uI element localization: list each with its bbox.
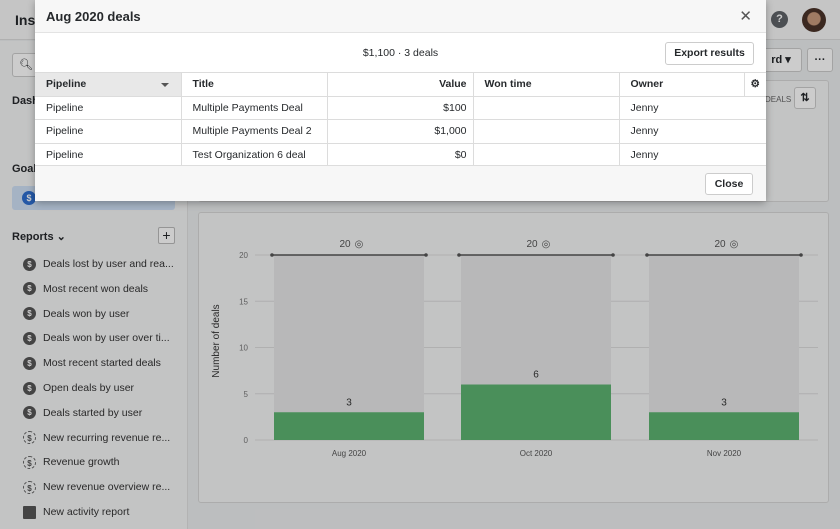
- cell-title: Test Organization 6 deal: [180, 142, 328, 167]
- deals-summary: $1,100 · 3 deals: [362, 47, 439, 59]
- cell-won-time: [472, 119, 620, 144]
- column-header-title[interactable]: Title: [180, 72, 328, 97]
- close-button[interactable]: Close: [705, 173, 753, 195]
- cell-owner: Jenny: [618, 95, 766, 120]
- table-row[interactable]: Pipeline Multiple Payments Deal 2 $1,000 Je…: [35, 119, 766, 144]
- cell-value: $100: [326, 95, 474, 120]
- modal-title: Aug 2020 deals: [46, 9, 141, 24]
- close-icon[interactable]: ✕: [739, 7, 752, 25]
- cell-owner: Jenny: [618, 119, 766, 144]
- cell-title: Multiple Payments Deal 2: [180, 119, 328, 144]
- gear-icon[interactable]: ⚙: [743, 72, 766, 97]
- table-row[interactable]: Pipeline Multiple Payments Deal $100 Jenny: [35, 95, 766, 120]
- table-row[interactable]: Pipeline Test Organization 6 deal $0 Jenny: [35, 142, 766, 167]
- cell-value: $1,000: [326, 119, 474, 144]
- cell-value: $0: [326, 142, 474, 167]
- column-header-value[interactable]: Value: [326, 72, 474, 97]
- deals-modal: Aug 2020 deals ✕ $1,100 · 3 deals Export…: [35, 0, 766, 201]
- cell-title: Multiple Payments Deal: [180, 95, 328, 120]
- export-results-button[interactable]: Export results: [665, 42, 754, 65]
- column-header-owner[interactable]: Owner: [618, 72, 745, 97]
- cell-won-time: [472, 142, 620, 167]
- column-header-won-time[interactable]: Won time: [472, 72, 620, 97]
- cell-pipeline: Pipeline: [35, 142, 182, 167]
- cell-pipeline: Pipeline: [35, 119, 182, 144]
- deals-table: Pipeline Title Value Won time Owner ⚙ Pi…: [35, 72, 766, 167]
- cell-won-time: [472, 95, 620, 120]
- cell-pipeline: Pipeline: [35, 95, 182, 120]
- column-header-pipeline[interactable]: Pipeline: [35, 72, 182, 97]
- sort-caret-icon: [160, 83, 169, 91]
- cell-owner: Jenny: [618, 142, 766, 167]
